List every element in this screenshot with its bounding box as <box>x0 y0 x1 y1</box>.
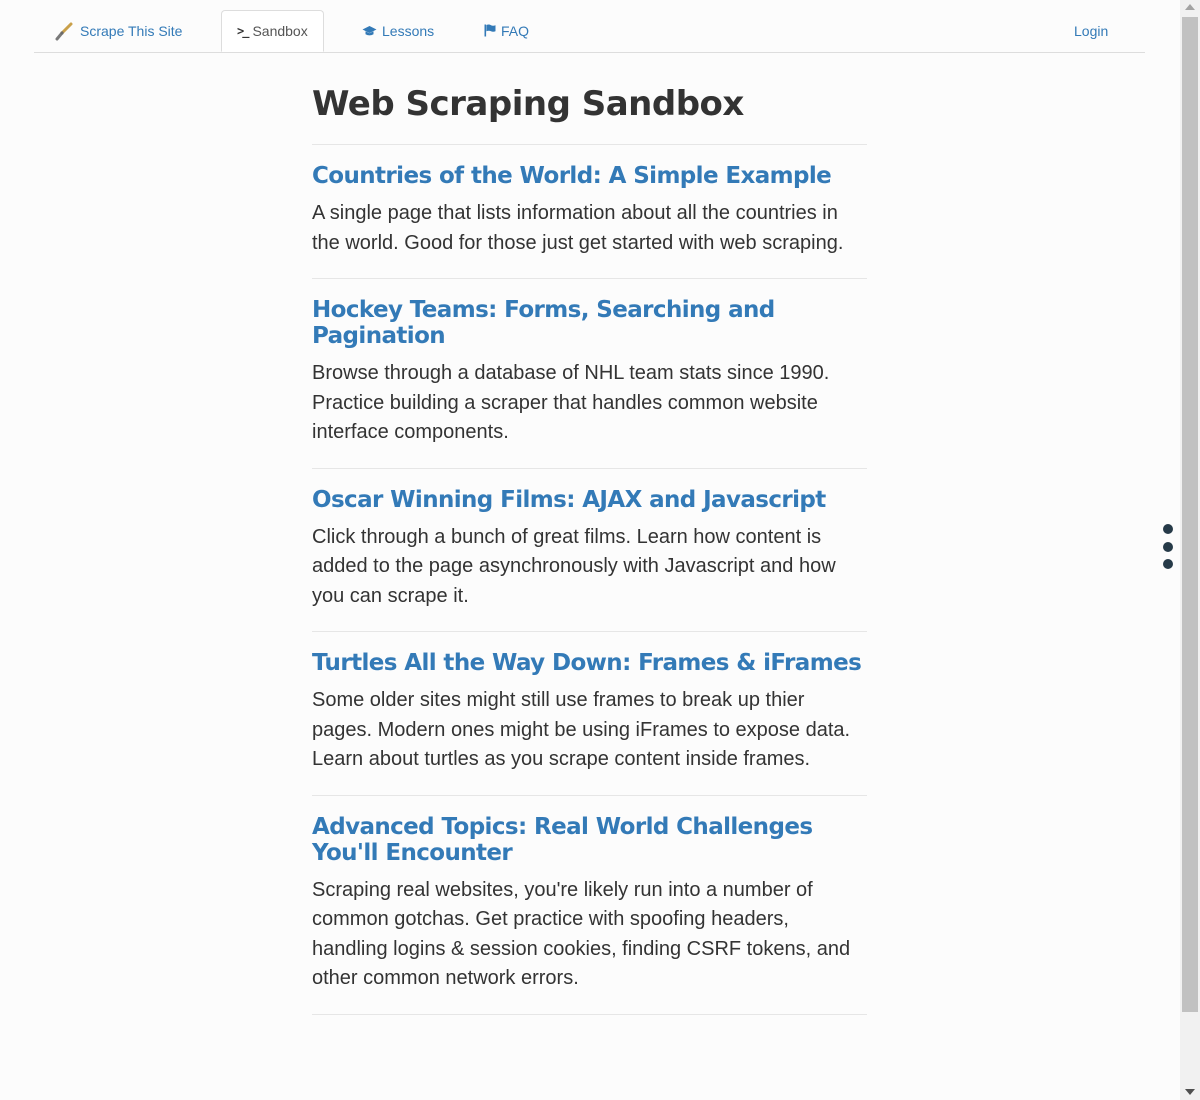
item-title-link[interactable]: Hockey Teams: Forms, Searching and Pagin… <box>312 297 867 349</box>
flag-icon <box>484 24 496 37</box>
scroll-up-arrow-icon[interactable] <box>1185 4 1195 10</box>
nav-tab-faq-label: FAQ <box>501 22 530 39</box>
page-title: Web Scraping Sandbox <box>312 84 744 124</box>
item-title-link[interactable]: Oscar Winning Films: AJAX and Javascript <box>312 487 867 513</box>
vertical-scrollbar[interactable] <box>1180 0 1200 1100</box>
nav-tab-sandbox-label: Sandbox <box>252 23 308 39</box>
item-description: Browse through a database of NHL team st… <box>312 362 830 443</box>
list-item: Turtles All the Way Down: Frames & iFram… <box>312 632 867 796</box>
list-item: Advanced Topics: Real World Challenges Y… <box>312 796 867 1015</box>
item-title-link[interactable]: Turtles All the Way Down: Frames & iFram… <box>312 650 867 676</box>
item-title-link[interactable]: Countries of the World: A Simple Example <box>312 163 867 189</box>
nav-tab-home[interactable]: Scrape This Site <box>38 10 197 51</box>
list-item: Countries of the World: A Simple Example… <box>312 145 867 279</box>
scroll-down-arrow-icon[interactable] <box>1185 1089 1195 1095</box>
nav-tab-lessons-label: Lessons <box>382 22 435 39</box>
item-title-link[interactable]: Advanced Topics: Real World Challenges Y… <box>312 814 867 866</box>
scrollbar-thumb[interactable] <box>1182 17 1198 1012</box>
main-content: Web Scraping Sandbox Countries of the Wo… <box>312 60 867 1015</box>
nav-tab-faq[interactable]: FAQ <box>469 10 544 51</box>
dot <box>1163 524 1173 534</box>
vertical-dots-icon[interactable] <box>1163 524 1173 570</box>
item-description: Click through a bunch of great films. Le… <box>312 525 836 607</box>
terminal-icon: >_ <box>237 24 250 38</box>
list-item: Oscar Winning Films: AJAX and Javascript… <box>312 469 867 632</box>
nav-tab-sandbox[interactable]: >_ Sandbox <box>221 10 324 52</box>
page: Scrape This Site >_ Sandbox Lessons FAQ … <box>0 0 1180 1100</box>
nav-login-label: Login <box>1074 22 1109 39</box>
item-description: A single page that lists information abo… <box>312 202 844 254</box>
graduation-cap-icon <box>362 25 377 37</box>
divider <box>312 1013 867 1015</box>
dot <box>1163 542 1173 552</box>
dot <box>1163 559 1173 569</box>
item-description: Some older sites might still use frames … <box>312 689 851 770</box>
nav-tab-lessons[interactable]: Lessons <box>347 10 449 51</box>
item-description: Scraping real websites, you're likely ru… <box>312 878 851 990</box>
top-navigation: Scrape This Site >_ Sandbox Lessons FAQ … <box>34 10 1145 53</box>
nav-tab-home-label: Scrape This Site <box>80 22 183 39</box>
nav-login-link[interactable]: Login <box>1059 10 1123 51</box>
list-item: Hockey Teams: Forms, Searching and Pagin… <box>312 279 867 469</box>
spatula-icon <box>53 21 75 41</box>
